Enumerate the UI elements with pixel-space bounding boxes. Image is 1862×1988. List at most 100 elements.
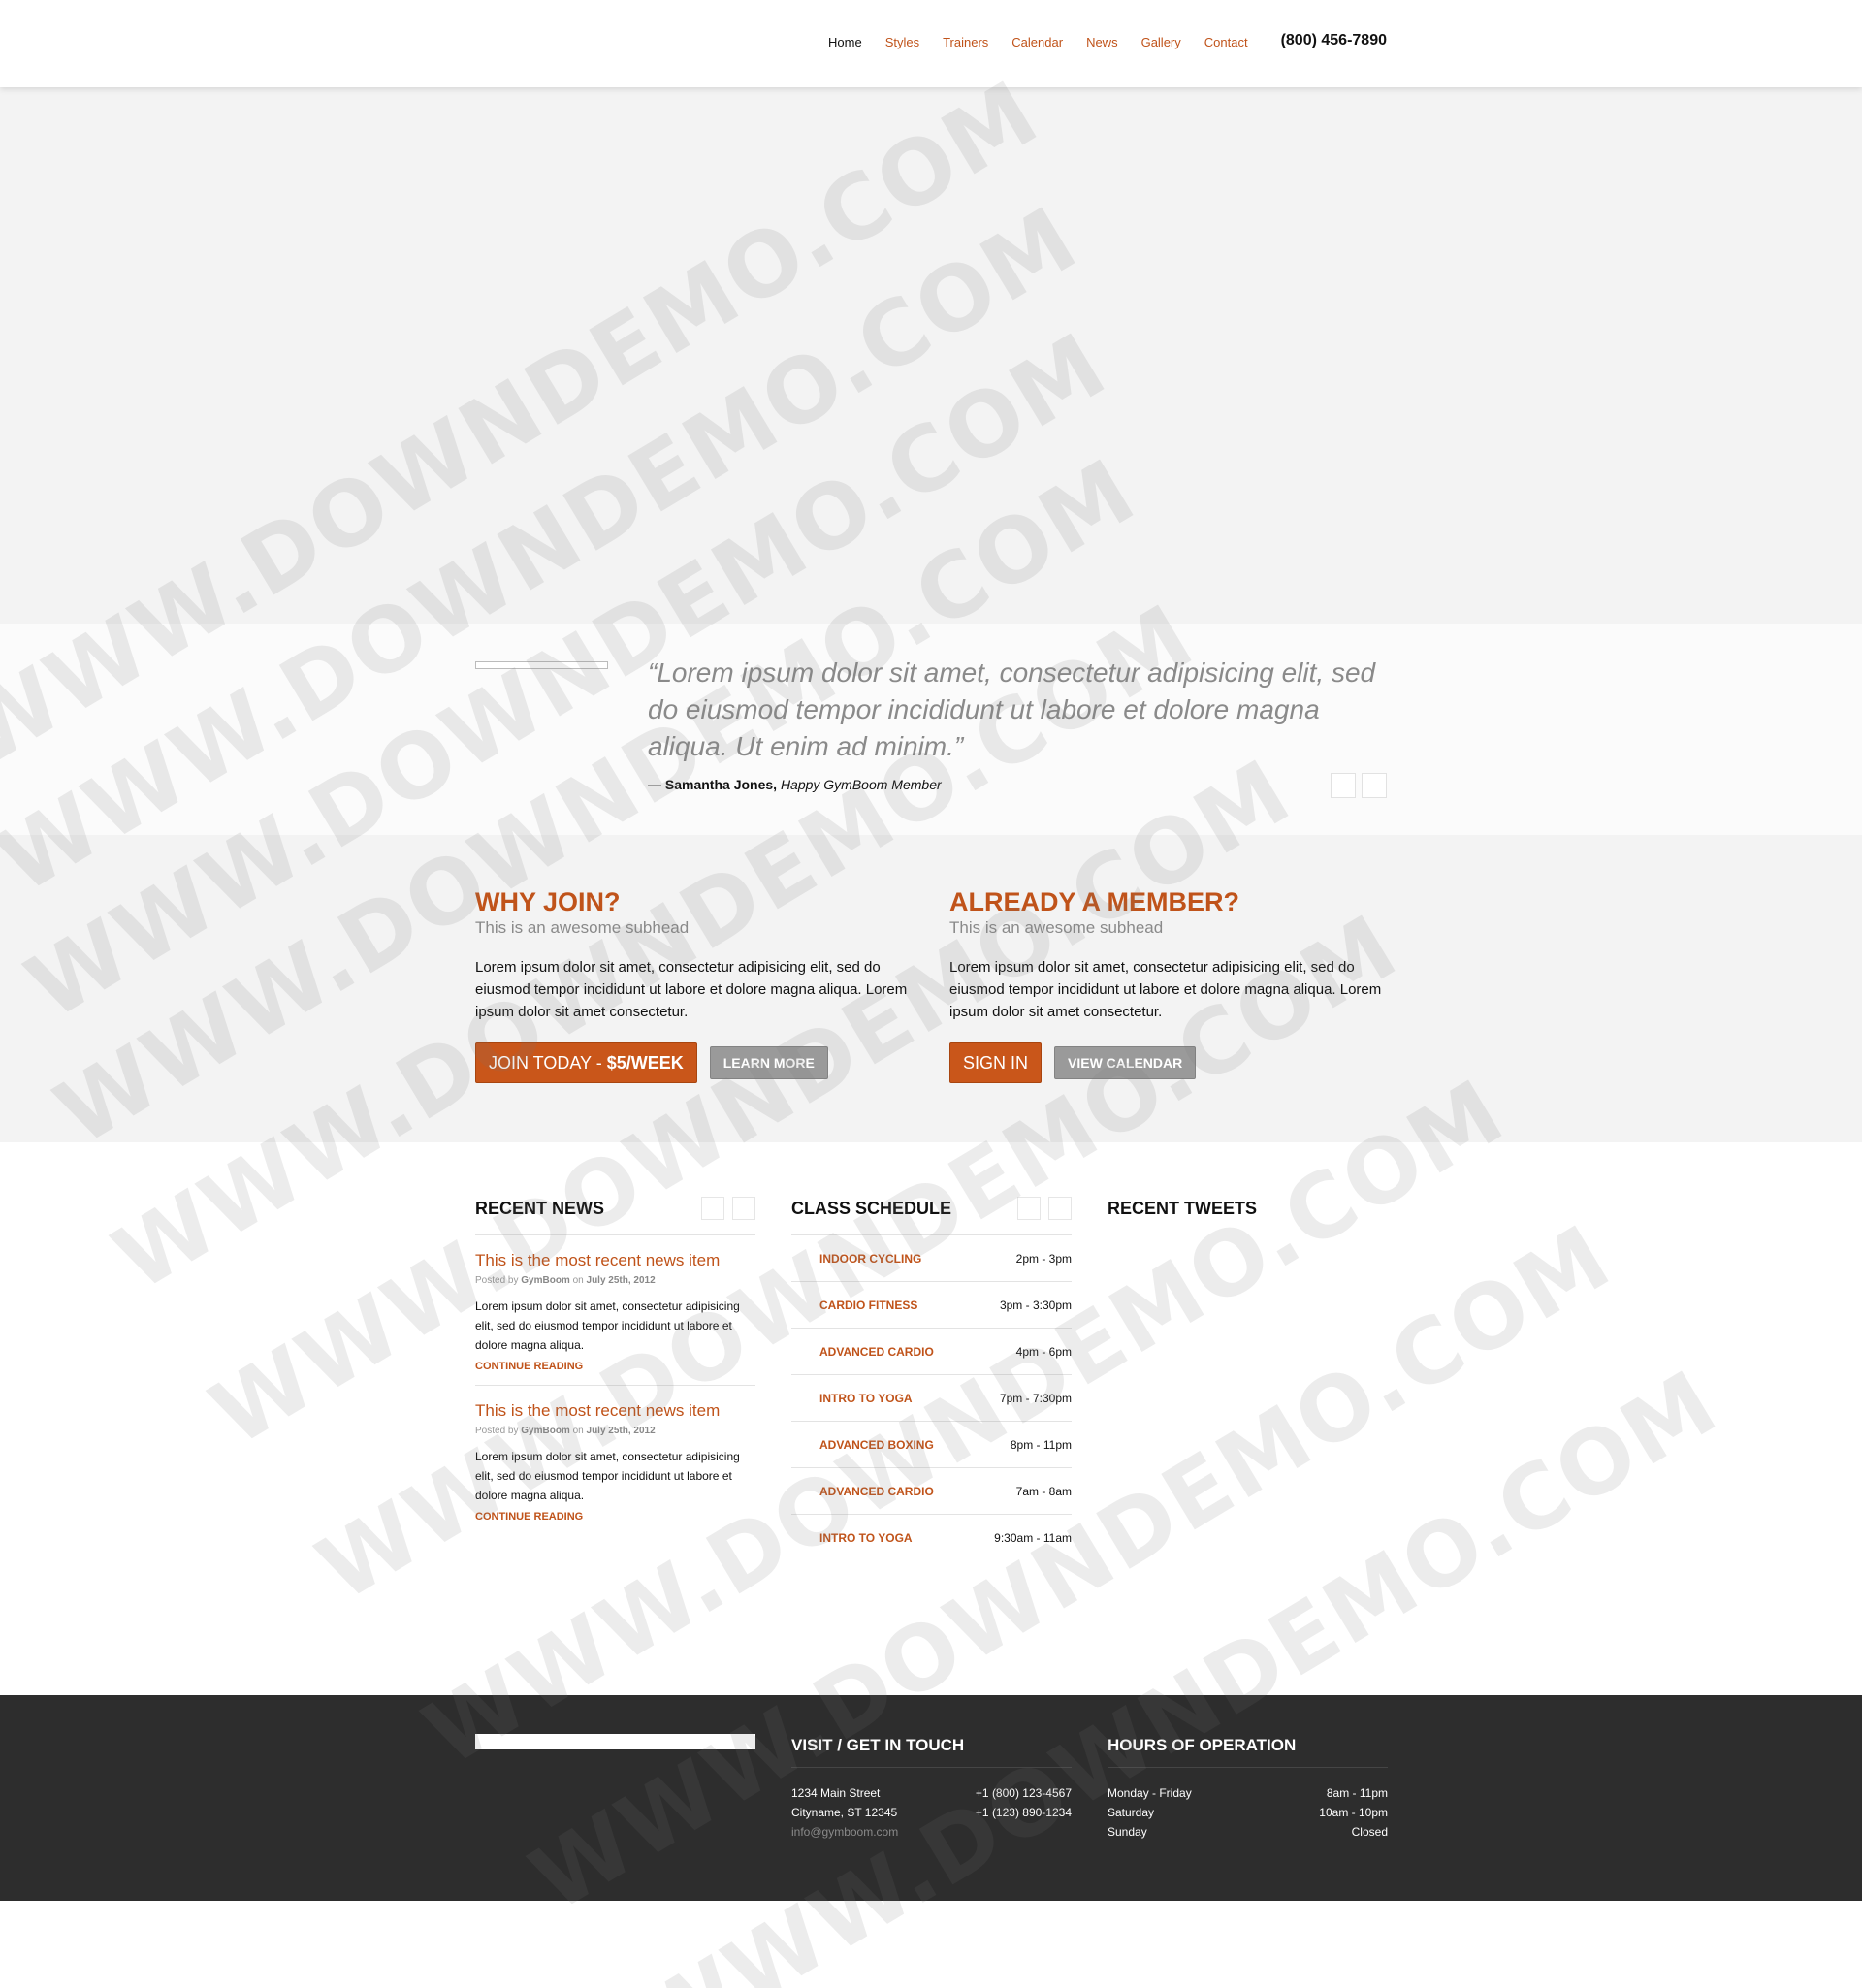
news-date: July 25th, 2012	[586, 1426, 656, 1436]
class-time: 9:30am - 11am	[994, 1531, 1072, 1545]
learn-more-button[interactable]: LEARN MORE	[709, 1046, 828, 1079]
nav-gallery[interactable]: Gallery	[1141, 35, 1181, 49]
why-join-subhead: This is an awesome subhead	[475, 918, 690, 937]
footer-hours: HOURS OF OPERATION Monday - Friday 8am - …	[1108, 1734, 1388, 1842]
recent-tweets-heading: RECENT TWEETS	[1108, 1199, 1258, 1218]
hours-time: Closed	[1351, 1825, 1388, 1839]
testimonial-section: “Lorem ipsum dolor sit amet, consectetur…	[0, 624, 1862, 835]
footer-hours-heading: HOURS OF OPERATION	[1108, 1734, 1388, 1768]
site-header: Home Styles Trainers Calendar News Galle…	[0, 0, 1862, 87]
footer-contact: VISIT / GET IN TOUCH 1234 Main Street +1 …	[791, 1734, 1072, 1842]
view-calendar-button[interactable]: VIEW CALENDAR	[1054, 1046, 1197, 1079]
testimonial-author: — Samantha Jones, Happy GymBoom Member	[648, 777, 942, 792]
footer-contact-heading: VISIT / GET IN TOUCH	[791, 1734, 1072, 1768]
member-title: ALREADY A MEMBER?	[949, 887, 1240, 916]
phone-number: (800) 456-7890	[1280, 32, 1387, 48]
news-item: This is the most recent news item Posted…	[475, 1386, 755, 1535]
why-join-block: WHY JOIN? This is an awesome subhead Lor…	[475, 887, 912, 1083]
join-today-price: $5/WEEK	[606, 1053, 684, 1073]
class-name[interactable]: INTRO TO YOGA	[819, 1392, 913, 1405]
class-name[interactable]: ADVANCED BOXING	[819, 1438, 934, 1452]
class-name[interactable]: ADVANCED CARDIO	[819, 1485, 934, 1498]
schedule-row: CARDIO FITNESS 3pm - 3:30pm	[791, 1282, 1072, 1329]
testimonial-author-name: — Samantha Jones,	[648, 777, 778, 792]
class-name[interactable]: ADVANCED CARDIO	[819, 1345, 934, 1359]
testimonial-quote: “Lorem ipsum dolor sit amet, consectetur…	[648, 657, 1376, 761]
footer-email-link[interactable]: info@gymboom.com	[791, 1822, 898, 1842]
continue-reading-link[interactable]: CONTINUE READING	[475, 1511, 755, 1523]
news-meta: Posted by GymBoom on July 25th, 2012	[475, 1426, 755, 1436]
class-name[interactable]: INTRO TO YOGA	[819, 1531, 913, 1545]
why-join-title: WHY JOIN?	[475, 887, 621, 916]
next-arrow-icon[interactable]	[1362, 773, 1387, 798]
news-item: This is the most recent news item Posted…	[475, 1235, 755, 1386]
hours-day: Saturday	[1108, 1806, 1155, 1819]
class-schedule-column: CLASS SCHEDULE INDOOR CYCLING 2pm - 3pm C…	[791, 1197, 1072, 1561]
news-posted-by: Posted by	[475, 1275, 519, 1286]
schedule-row: ADVANCED BOXING 8pm - 11pm	[791, 1422, 1072, 1468]
class-time: 3pm - 3:30pm	[999, 1298, 1072, 1312]
footer-phone-2: +1 (123) 890-1234	[975, 1806, 1072, 1819]
news-on: on	[572, 1426, 584, 1436]
sign-in-button[interactable]: SIGN IN	[949, 1042, 1043, 1083]
schedule-row: ADVANCED CARDIO 4pm - 6pm	[791, 1329, 1072, 1375]
class-name[interactable]: CARDIO FITNESS	[819, 1299, 917, 1312]
class-name[interactable]: INDOOR CYCLING	[819, 1252, 921, 1266]
nav-styles[interactable]: Styles	[885, 35, 919, 49]
main-nav: Home Styles Trainers Calendar News Galle…	[805, 32, 1387, 49]
news-excerpt: Lorem ipsum dolor sit amet, consectetur …	[475, 1299, 740, 1352]
footer-phone-1: +1 (800) 123-4567	[975, 1786, 1072, 1800]
nav-news[interactable]: News	[1086, 35, 1118, 49]
hours-time: 10am - 10pm	[1319, 1806, 1388, 1819]
schedule-row: INTRO TO YOGA 9:30am - 11am	[791, 1515, 1072, 1561]
member-block: ALREADY A MEMBER? This is an awesome sub…	[949, 887, 1386, 1083]
nav-contact[interactable]: Contact	[1204, 35, 1248, 49]
class-time: 4pm - 6pm	[1015, 1344, 1072, 1359]
hours-time: 8am - 11pm	[1326, 1786, 1388, 1800]
site-footer: VISIT / GET IN TOUCH 1234 Main Street +1 …	[0, 1695, 1862, 1901]
member-body: Lorem ipsum dolor sit amet, consectetur …	[949, 959, 1382, 1020]
nav-calendar[interactable]: Calendar	[1011, 35, 1063, 49]
testimonial-arrows	[1325, 773, 1387, 798]
footer-address-2: Cityname, ST 12345	[791, 1806, 898, 1819]
prev-arrow-icon[interactable]	[1331, 773, 1356, 798]
join-today-label: JOIN TODAY -	[489, 1053, 607, 1073]
footer-address-1: 1234 Main Street	[791, 1786, 881, 1800]
schedule-row: INDOOR CYCLING 2pm - 3pm	[791, 1235, 1072, 1282]
page-bottom	[0, 1901, 1862, 1988]
news-meta: Posted by GymBoom on July 25th, 2012	[475, 1275, 755, 1286]
schedule-row: INTRO TO YOGA 7pm - 7:30pm	[791, 1375, 1072, 1422]
hero-slider	[0, 87, 1862, 624]
news-title[interactable]: This is the most recent news item	[475, 1401, 755, 1421]
news-excerpt: Lorem ipsum dolor sit amet, consectetur …	[475, 1450, 740, 1502]
why-join-body: Lorem ipsum dolor sit amet, consectetur …	[475, 959, 908, 1020]
hours-day: Sunday	[1108, 1825, 1147, 1839]
content-section: RECENT NEWS This is the most recent news…	[0, 1142, 1862, 1695]
news-posted-by: Posted by	[475, 1426, 519, 1436]
continue-reading-link[interactable]: CONTINUE READING	[475, 1361, 755, 1372]
news-title[interactable]: This is the most recent news item	[475, 1251, 755, 1270]
testimonial-author-role: Happy GymBoom Member	[780, 777, 942, 792]
join-section: WHY JOIN? This is an awesome subhead Lor…	[0, 835, 1862, 1142]
recent-news-column: RECENT NEWS This is the most recent news…	[475, 1197, 755, 1535]
news-author: GymBoom	[521, 1426, 570, 1436]
class-time: 8pm - 11pm	[1010, 1437, 1072, 1452]
join-today-button[interactable]: JOIN TODAY - $5/WEEK	[475, 1042, 697, 1083]
nav-home[interactable]: Home	[828, 35, 862, 49]
schedule-next-arrow-icon[interactable]	[1048, 1197, 1072, 1220]
news-next-arrow-icon[interactable]	[732, 1197, 755, 1220]
class-time: 7am - 8am	[1015, 1484, 1072, 1498]
nav-trainers[interactable]: Trainers	[943, 35, 988, 49]
class-time: 7pm - 7:30pm	[999, 1391, 1072, 1405]
schedule-row: ADVANCED CARDIO 7am - 8am	[791, 1468, 1072, 1515]
news-prev-arrow-icon[interactable]	[701, 1197, 724, 1220]
news-date: July 25th, 2012	[586, 1275, 656, 1286]
footer-logo	[475, 1734, 755, 1749]
schedule-prev-arrow-icon[interactable]	[1017, 1197, 1041, 1220]
class-time: 2pm - 3pm	[1015, 1251, 1072, 1266]
testimonial-photo-placeholder	[475, 661, 608, 669]
news-on: on	[572, 1275, 584, 1286]
news-author: GymBoom	[521, 1275, 570, 1286]
recent-tweets-column: RECENT TWEETS	[1108, 1197, 1388, 1235]
member-subhead: This is an awesome subhead	[949, 918, 1164, 937]
